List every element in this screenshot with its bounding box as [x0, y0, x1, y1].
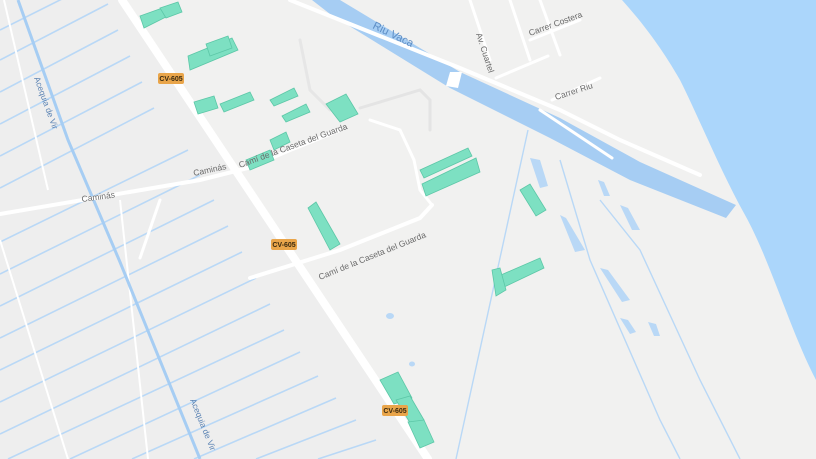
road-shield-cv605-bottom: CV-605: [382, 405, 408, 416]
map-view[interactable]: Riu Vaca Av. Cuartel Carrer Costera Carr…: [0, 0, 816, 459]
road-shield-cv605-middle: CV-605: [271, 239, 297, 250]
road-shield-cv605-top: CV-605: [158, 73, 184, 84]
shield-text-bottom: CV-605: [383, 408, 406, 415]
shield-text-middle: CV-605: [272, 242, 295, 249]
map-canvas: Riu Vaca Av. Cuartel Carrer Costera Carr…: [0, 0, 816, 459]
shield-text-top: CV-605: [159, 76, 182, 83]
